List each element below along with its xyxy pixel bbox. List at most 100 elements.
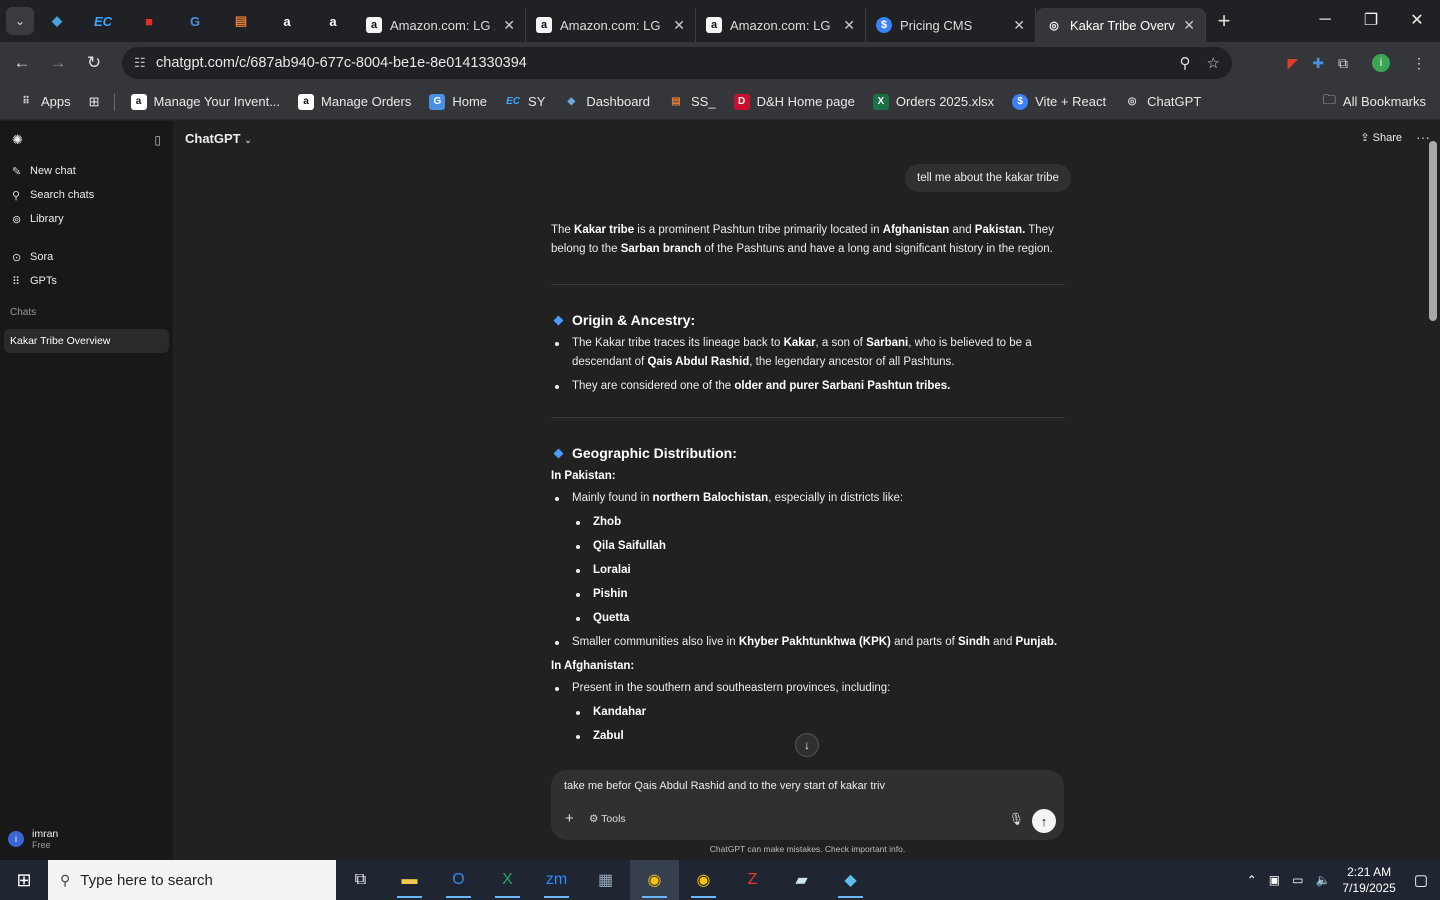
sidebar-item-sora[interactable]: ⊙ Sora (0, 245, 173, 269)
pinned-tab-2[interactable]: EC (80, 0, 126, 42)
send-button[interactable]: ↑ (1032, 809, 1056, 833)
new-tab-plus-icon[interactable]: + (1206, 8, 1242, 34)
app-icon[interactable]: ▰ (777, 860, 826, 900)
calculator-icon[interactable]: ▦ (581, 860, 630, 900)
bookmark-item[interactable]: ◎ ChatGPT (1124, 94, 1202, 110)
browser-tab-active[interactable]: ◎ Kakar Tribe Overvie ✕ (1036, 8, 1206, 42)
pinned-tab-7[interactable]: a (310, 0, 356, 42)
close-sidebar-icon[interactable]: ▯ (154, 133, 161, 147)
chevron-up-icon[interactable]: ⌃ (1247, 873, 1257, 887)
bookmark-item[interactable]: ◆ Dashboard (563, 94, 650, 110)
file-explorer-icon[interactable]: ▬ (385, 860, 434, 900)
sidebar-item-gpts[interactable]: ⠿ GPTs (0, 269, 173, 293)
tools-button[interactable]: ⚙ Tools (589, 813, 626, 825)
attach-plus-icon[interactable]: + (565, 810, 574, 827)
model-selector[interactable]: ChatGPT ⌄ (185, 131, 252, 146)
openai-logo-icon[interactable]: ✺ (12, 132, 23, 148)
tab-close-icon[interactable]: ✕ (673, 17, 685, 34)
tab-close-icon[interactable]: ✕ (843, 17, 855, 34)
bookmark-item[interactable]: EC SY (505, 94, 545, 110)
outlook-icon[interactable]: O (434, 860, 483, 900)
chrome-icon[interactable]: ◉ (630, 860, 679, 900)
tab-close-icon[interactable]: ✕ (1013, 17, 1025, 34)
sidebar-chat-active[interactable]: Kakar Tribe Overview (4, 329, 169, 353)
list-item: Kandahar (572, 703, 1065, 722)
chat-sidebar: ✺ ▯ ✎ New chat ⚲ Search chats ⊚ Library ⊙ So… (0, 121, 173, 860)
profile-avatar[interactable]: i (1372, 54, 1390, 72)
pdf-extension-icon[interactable]: ◤ (1287, 55, 1298, 72)
close-window-icon[interactable]: ✕ (1394, 0, 1440, 40)
pinned-tab-4[interactable]: G (172, 0, 218, 42)
bookmark-item[interactable]: ▤ SS_ (668, 94, 715, 110)
volume-icon[interactable]: 🔈 (1315, 873, 1330, 887)
share-button[interactable]: ⇪ Share (1360, 131, 1402, 144)
browser-tab[interactable]: $ Pricing CMS ✕ (866, 8, 1036, 42)
sidebar-item-search-chats[interactable]: ⚲ Search chats (0, 183, 173, 207)
pinned-tab-1[interactable]: ◆ (34, 0, 80, 42)
forward-arrow-icon[interactable]: → (40, 53, 76, 73)
origin-list: The Kakar tribe traces its lineage back … (551, 334, 1065, 396)
browser-menu-icon[interactable]: ⋮ (1412, 55, 1426, 72)
chrome-icon[interactable]: ◉ (679, 860, 728, 900)
scrollbar-thumb[interactable] (1429, 141, 1437, 321)
bookmark-apps[interactable]: ⠿ Apps (18, 94, 70, 110)
task-view-icon[interactable]: ⧉ (336, 860, 385, 900)
bookmark-item[interactable]: G Home (429, 93, 487, 110)
all-bookmarks[interactable]: 🗀 All Bookmarks (1323, 91, 1426, 113)
text-bold: northern Balochistan (652, 492, 769, 504)
divider (551, 284, 1065, 285)
url-bar[interactable]: ☷ chatgpt.com/c/687ab940-677c-8004-be1e-… (122, 47, 1232, 79)
sidebar-item-new-chat[interactable]: ✎ New chat (0, 159, 173, 183)
scrollbar[interactable] (1428, 131, 1438, 806)
bookmark-item[interactable]: a Manage Your Invent... (130, 93, 280, 110)
excel-icon[interactable]: X (483, 860, 532, 900)
extension-icon[interactable]: ✚ (1312, 55, 1324, 72)
user-profile[interactable]: i imran Free (8, 828, 58, 850)
microphone-icon[interactable]: 🎙 (1009, 812, 1024, 826)
sidebar-item-label: New chat (30, 165, 76, 177)
bookmark-label: Manage Orders (321, 94, 412, 109)
pinned-tab-5[interactable]: ▤ (218, 0, 264, 42)
browser-tab[interactable]: a Amazon.com: LG 2 ✕ (356, 8, 526, 42)
tab-close-icon[interactable]: ✕ (1183, 17, 1195, 34)
chevron-down-icon: ⌄ (244, 135, 252, 145)
prompt-composer[interactable]: take me befor Qais Abdul Rashid and to t… (551, 770, 1064, 840)
edit-icon: ✎ (12, 165, 22, 178)
tab-close-icon[interactable]: ✕ (503, 17, 515, 34)
tab-groups-icon[interactable]: ⊞ (89, 94, 100, 110)
bookmark-item[interactable]: D D&H Home page (733, 93, 855, 110)
windows-start-icon[interactable]: ⊞ (0, 860, 48, 900)
browser-tab[interactable]: a Amazon.com: LG 1 ✕ (526, 8, 696, 42)
chats-section-label: Chats (10, 307, 37, 318)
clock[interactable]: 2:21 AM 7/19/2025 (1342, 864, 1395, 896)
app-diamond-icon[interactable]: ◆ (826, 860, 875, 900)
site-settings-icon[interactable]: ☷ (134, 55, 156, 71)
pinned-tab-6[interactable]: a (264, 0, 310, 42)
pinned-tab-3[interactable]: ■ (126, 0, 172, 42)
bookmark-star-icon[interactable]: ☆ (1207, 54, 1220, 72)
restore-icon[interactable]: ❐ (1348, 0, 1394, 40)
sidebar-item-library[interactable]: ⊚ Library (0, 207, 173, 231)
extensions-puzzle-icon[interactable]: ⧉ (1338, 55, 1348, 72)
tray-app-icon[interactable]: ▣ (1269, 873, 1280, 887)
bookmark-item[interactable]: X Orders 2025.xlsx (872, 93, 994, 110)
tab-search-chevron-icon[interactable]: ⌄ (6, 7, 34, 35)
taskbar-search[interactable]: ⚲ Type here to search (48, 860, 336, 900)
dollar-favicon-icon: $ (876, 17, 892, 33)
minimize-icon[interactable]: ─ (1302, 0, 1348, 40)
filezilla-icon[interactable]: Z (728, 860, 777, 900)
notification-icon[interactable]: ▢ (1414, 871, 1428, 889)
bookmark-label: SY (528, 94, 546, 109)
zoom-icon[interactable]: ⚲ (1180, 54, 1191, 72)
browser-tab[interactable]: a Amazon.com: LG 1 ✕ (696, 8, 866, 42)
zoom-app-icon[interactable]: zm (532, 860, 581, 900)
prompt-input[interactable]: take me befor Qais Abdul Rashid and to t… (564, 780, 885, 792)
bookmark-item[interactable]: $ Vite + React (1012, 93, 1106, 110)
network-icon[interactable]: ▭ (1292, 873, 1303, 887)
scroll-down-arrow-icon[interactable]: ↓ (795, 733, 819, 757)
list-item: Mainly found in northern Balochistan, es… (551, 489, 1065, 508)
back-arrow-icon[interactable]: ← (4, 53, 40, 73)
reload-icon[interactable]: ↻ (76, 53, 112, 73)
amazon-favicon-icon: a (706, 17, 722, 33)
bookmark-item[interactable]: a Manage Orders (298, 93, 412, 110)
